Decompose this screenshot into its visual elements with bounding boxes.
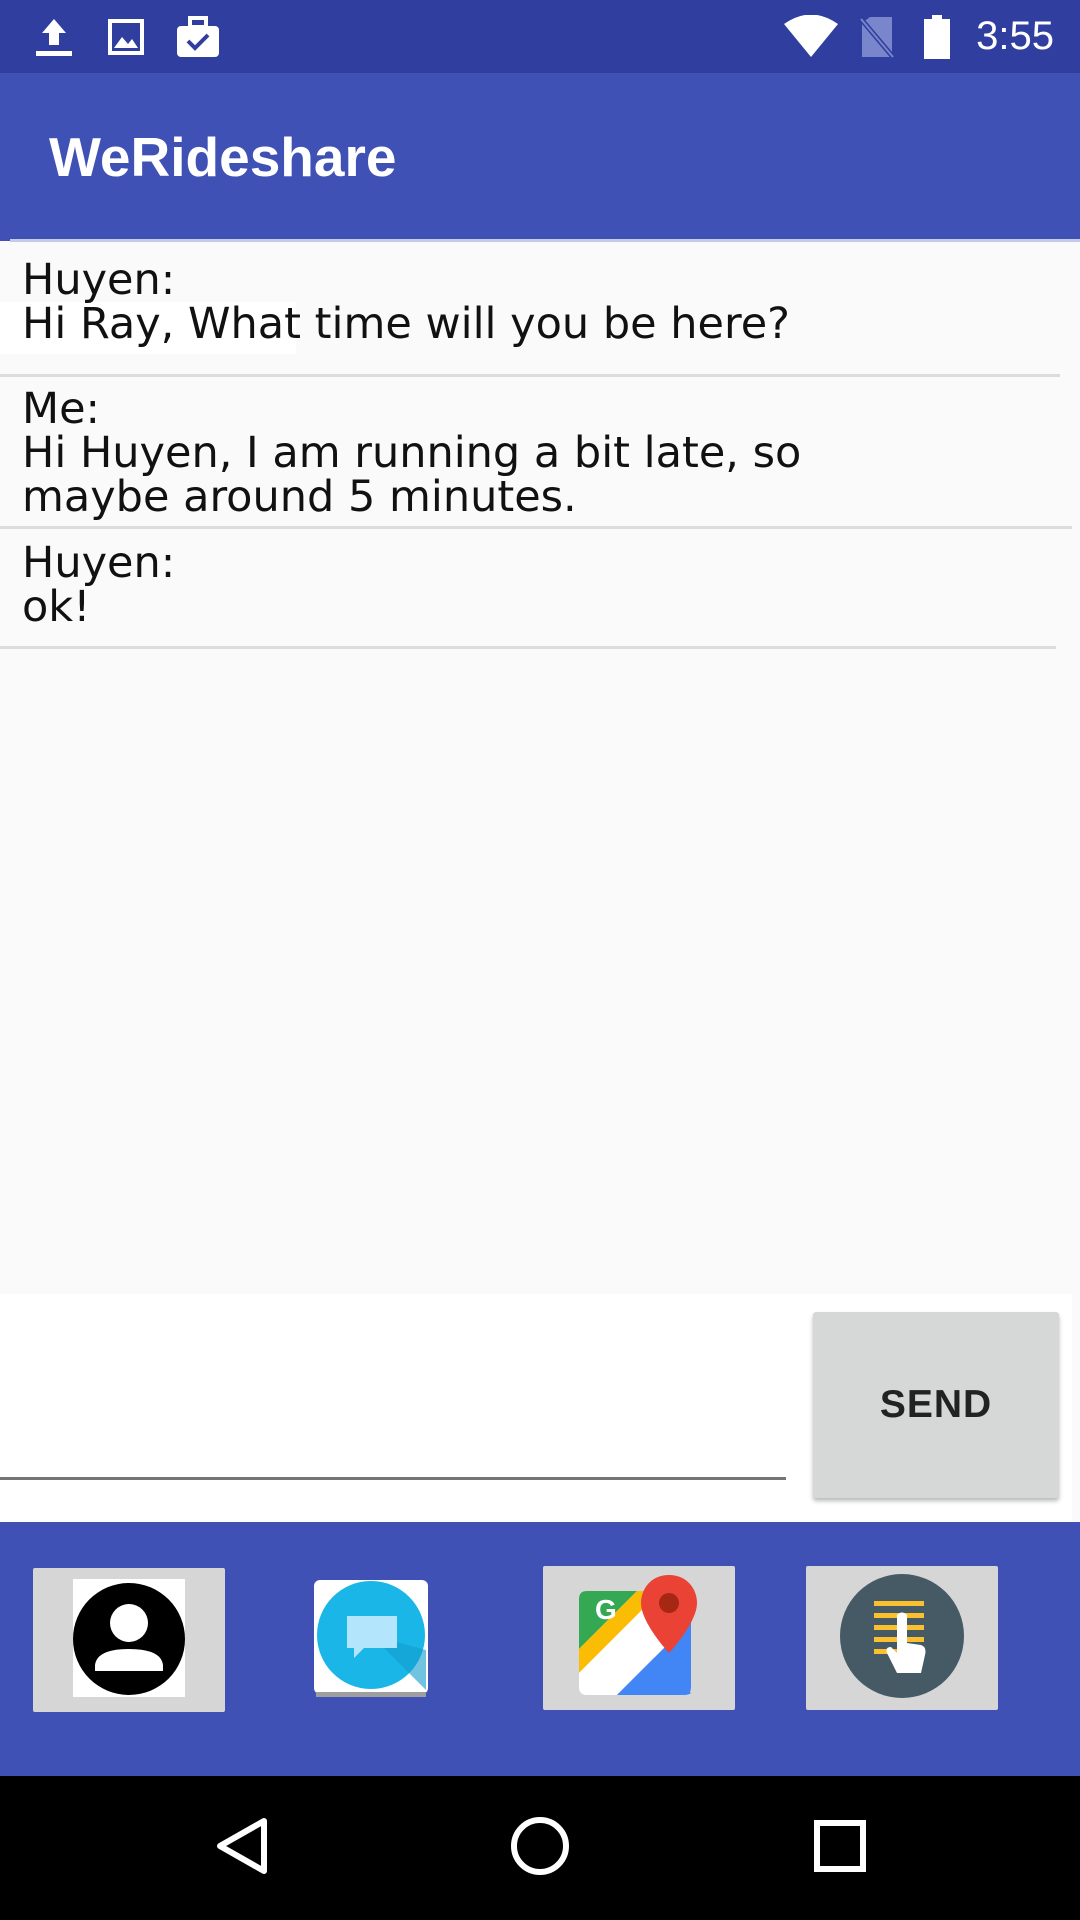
nav-contacts[interactable]	[33, 1568, 225, 1712]
status-time: 3:55	[976, 14, 1054, 58]
message-list[interactable]: Huyen: Hi Ray, What time will you be her…	[0, 252, 1080, 649]
recents-icon	[813, 1819, 867, 1877]
system-nav-bar	[0, 1776, 1080, 1920]
home-icon	[510, 1816, 570, 1880]
maps-icon: G	[577, 1575, 701, 1701]
wifi-icon	[782, 0, 840, 73]
back-button[interactable]	[172, 1776, 312, 1920]
recents-button[interactable]	[770, 1776, 910, 1920]
app-bar-divider	[10, 239, 1080, 242]
message-input[interactable]	[0, 1304, 786, 1480]
message-item[interactable]: Huyen: ok!	[0, 529, 1056, 649]
messages-icon	[314, 1580, 428, 1702]
nav-messages[interactable]	[314, 1580, 428, 1702]
nav-touch-menu[interactable]	[806, 1566, 998, 1710]
touch-menu-icon	[839, 1573, 965, 1703]
no-sim-icon	[858, 0, 896, 73]
message-item[interactable]: Me: Hi Huyen, I am running a bit late, s…	[0, 377, 1072, 529]
app-title: WeRideshare	[49, 126, 397, 188]
message-sender: Huyen:	[22, 538, 176, 588]
compose-bar: SEND	[0, 1294, 1072, 1522]
svg-text:G: G	[595, 1594, 617, 1625]
message-text: Hi Ray, What time will you be here?	[22, 299, 790, 349]
bottom-nav: G	[0, 1522, 1080, 1776]
message-text: Hi Huyen, I am running a bit late, so ma…	[22, 428, 802, 522]
app-screen: 3:55 WeRideshare Huyen: Hi Ray, What tim…	[0, 0, 1080, 1920]
back-icon	[214, 1816, 270, 1880]
status-bar: 3:55	[0, 0, 1080, 73]
upload-icon	[30, 0, 78, 73]
nav-maps[interactable]: G	[543, 1566, 735, 1710]
contacts-icon	[73, 1579, 185, 1701]
app-bar: WeRideshare	[0, 73, 1080, 241]
briefcase-check-icon	[174, 0, 222, 73]
message-text: ok!	[22, 582, 91, 632]
home-button[interactable]	[470, 1776, 610, 1920]
message-sender: Huyen:	[22, 255, 176, 305]
image-icon	[104, 0, 148, 73]
message-sender: Me:	[22, 384, 101, 434]
message-item[interactable]: Huyen: Hi Ray, What time will you be her…	[0, 252, 1060, 377]
battery-icon	[921, 0, 953, 73]
send-button[interactable]: SEND	[813, 1312, 1059, 1498]
